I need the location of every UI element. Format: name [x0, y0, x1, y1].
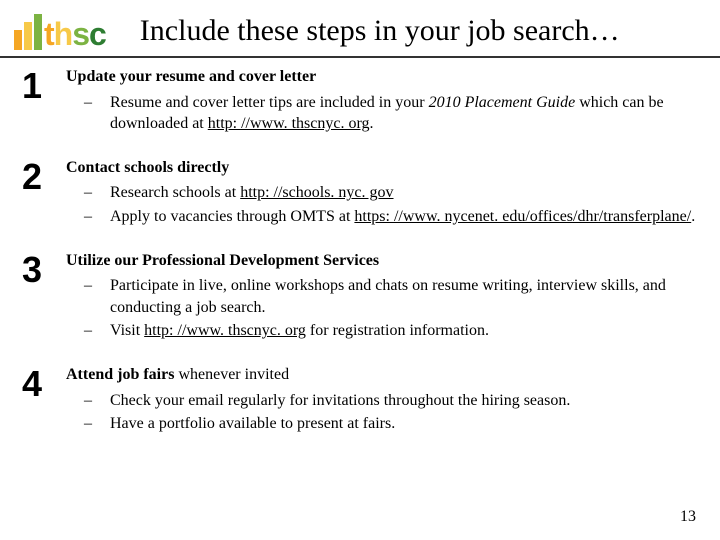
- bullet-item: Apply to vacancies through OMTS at https…: [84, 206, 698, 228]
- logo-bars-icon: [14, 14, 42, 50]
- step-heading: Utilize our Professional Development Ser…: [66, 250, 698, 272]
- step-heading: Contact schools directly: [66, 157, 698, 179]
- step-4: 4 Attend job fairs whenever invited Chec…: [22, 364, 698, 437]
- link[interactable]: http: //www. thscnyc. org: [144, 322, 306, 339]
- step-2: 2 Contact schools directly Research scho…: [22, 157, 698, 230]
- bullet-item: Check your email regularly for invitatio…: [84, 390, 698, 412]
- bullet-item: Resume and cover letter tips are include…: [84, 92, 698, 135]
- step-body: Attend job fairs whenever invited Check …: [66, 364, 698, 437]
- link[interactable]: http: //www. thscnyc. org: [208, 115, 370, 132]
- step-number: 2: [22, 157, 66, 230]
- step-number: 3: [22, 250, 66, 344]
- link[interactable]: https: //www. nycenet. edu/offices/dhr/t…: [354, 208, 691, 225]
- logo-text: thsc: [44, 18, 106, 50]
- step-heading: Update your resume and cover letter: [66, 66, 698, 88]
- step-body: Contact schools directly Research school…: [66, 157, 698, 230]
- step-body: Update your resume and cover letter Resu…: [66, 66, 698, 137]
- bullet-item: Have a portfolio available to present at…: [84, 413, 698, 435]
- bullet-item: Visit http: //www. thscnyc. org for regi…: [84, 320, 698, 342]
- page-title: Include these steps in your job search…: [140, 14, 620, 50]
- step-3: 3 Utilize our Professional Development S…: [22, 250, 698, 344]
- step-body: Utilize our Professional Development Ser…: [66, 250, 698, 344]
- bullet-item: Participate in live, online workshops an…: [84, 275, 698, 318]
- logo: thsc: [14, 14, 106, 50]
- page-number: 13: [680, 508, 696, 526]
- step-number: 1: [22, 66, 66, 137]
- header: thsc Include these steps in your job sea…: [0, 0, 720, 58]
- step-heading: Attend job fairs whenever invited: [66, 364, 698, 386]
- step-number: 4: [22, 364, 66, 437]
- link[interactable]: http: //schools. nyc. gov: [240, 184, 393, 201]
- content: 1 Update your resume and cover letter Re…: [0, 58, 720, 437]
- bullet-item: Research schools at http: //schools. nyc…: [84, 182, 698, 204]
- step-1: 1 Update your resume and cover letter Re…: [22, 66, 698, 137]
